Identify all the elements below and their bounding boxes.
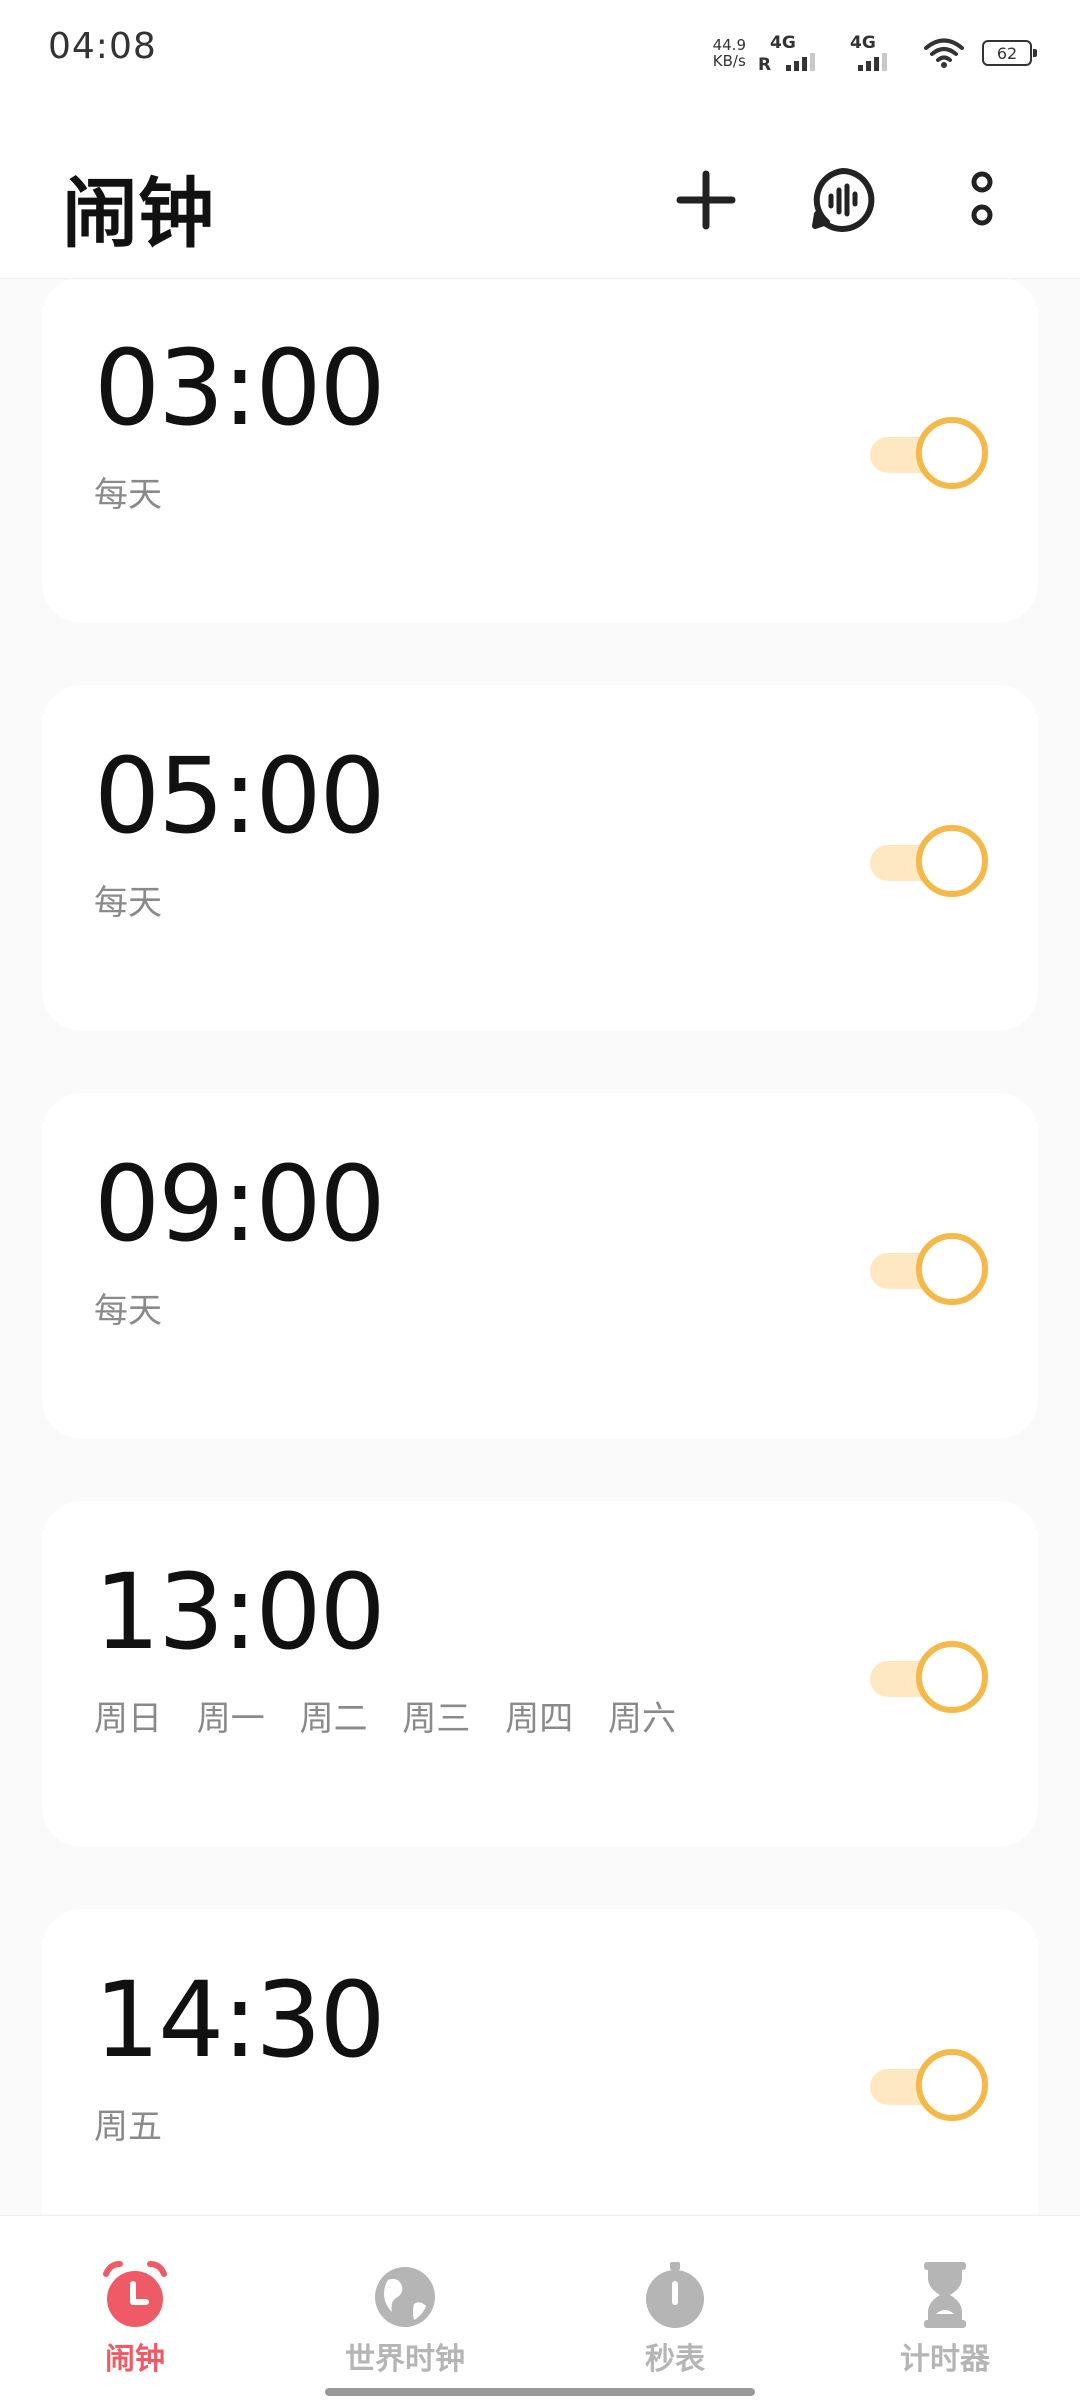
network-speed-unit: KB/s: [712, 52, 746, 70]
alarm-repeat-days: 周五: [94, 2107, 162, 2147]
alarm-time: 05:00: [94, 735, 386, 857]
more-icon: [971, 171, 993, 226]
alarm-toggle[interactable]: [864, 417, 988, 489]
tab-alarm[interactable]: 闹钟: [0, 2216, 270, 2400]
tab-timer-label: 计时器: [900, 2342, 990, 2377]
alarm-repeat-days: 每天: [94, 1291, 162, 1331]
network-speed: 44.9 KB/s: [713, 37, 746, 69]
alarm-card[interactable]: 03:00 每天: [42, 279, 1038, 623]
alarm-time: 03:00: [94, 327, 386, 449]
alarm-toggle[interactable]: [864, 1233, 988, 1305]
alarm-toggle[interactable]: [864, 2049, 988, 2121]
battery-icon: 62: [982, 40, 1037, 66]
status-icons: 44.9 KB/s 4G R 4G 62: [713, 28, 1037, 78]
alarm-card[interactable]: 09:00 每天: [42, 1093, 1038, 1439]
sim1-signal-icon: 4G R: [758, 33, 826, 75]
tab-stopwatch-label: 秒表: [645, 2342, 705, 2377]
status-time: 04:08: [48, 26, 157, 67]
page-title: 闹钟: [62, 169, 214, 258]
more-options-button[interactable]: [942, 160, 1022, 240]
tab-stopwatch[interactable]: 秒表: [540, 2216, 810, 2400]
stopwatch-icon: [646, 2262, 704, 2328]
alarm-list: 03:00 每天 05:00 每天 09:00 每天 13:00 周日 周一 周…: [0, 279, 1080, 2215]
alarm-clock-icon: [103, 2261, 167, 2327]
add-alarm-button[interactable]: [666, 160, 746, 240]
globe-icon: [375, 2267, 435, 2327]
alarm-repeat-days: 周日 周一 周二 周三 周四 周六: [94, 1699, 677, 1739]
tab-world-clock[interactable]: 世界时钟: [270, 2216, 540, 2400]
battery-level: 62: [996, 43, 1018, 63]
alarm-card[interactable]: 13:00 周日 周一 周二 周三 周四 周六: [42, 1501, 1038, 1847]
alarm-repeat-days: 每天: [94, 883, 162, 923]
add-icon: [676, 170, 736, 230]
alarm-toggle[interactable]: [864, 1641, 988, 1713]
sim1-network-type: 4G: [770, 33, 796, 53]
roaming-indicator: R: [758, 55, 772, 75]
wifi-icon: [924, 38, 964, 68]
network-speed-value: 44.9: [712, 36, 746, 54]
sim2-network-type: 4G: [850, 33, 876, 53]
alarm-time: 14:30: [94, 1959, 386, 2081]
app-header: 闹钟: [0, 100, 1080, 279]
hourglass-icon: [924, 2262, 966, 2328]
voice-assistant-icon: [812, 168, 875, 232]
alarm-card[interactable]: 14:30 周五: [42, 1909, 1038, 2215]
home-indicator[interactable]: [325, 2388, 755, 2396]
status-bar: 04:08 44.9 KB/s 4G R 4G 62: [0, 0, 1080, 100]
tab-timer[interactable]: 计时器: [810, 2216, 1080, 2400]
bottom-nav: 闹钟 世界时钟 秒表 计时器: [0, 2215, 1080, 2400]
tab-alarm-label: 闹钟: [105, 2342, 165, 2377]
sim2-signal-icon: 4G: [844, 33, 906, 73]
alarm-time: 09:00: [94, 1143, 386, 1265]
alarm-time: 13:00: [94, 1551, 386, 1673]
alarm-card[interactable]: 05:00 每天: [42, 685, 1038, 1031]
alarm-toggle[interactable]: [864, 825, 988, 897]
voice-assistant-button[interactable]: [803, 160, 883, 240]
screen: 04:08 44.9 KB/s 4G R 4G 62 闹钟 03:00 每天 0…: [0, 0, 1080, 2400]
alarm-repeat-days: 每天: [94, 475, 162, 515]
tab-world-clock-label: 世界时钟: [345, 2342, 465, 2377]
